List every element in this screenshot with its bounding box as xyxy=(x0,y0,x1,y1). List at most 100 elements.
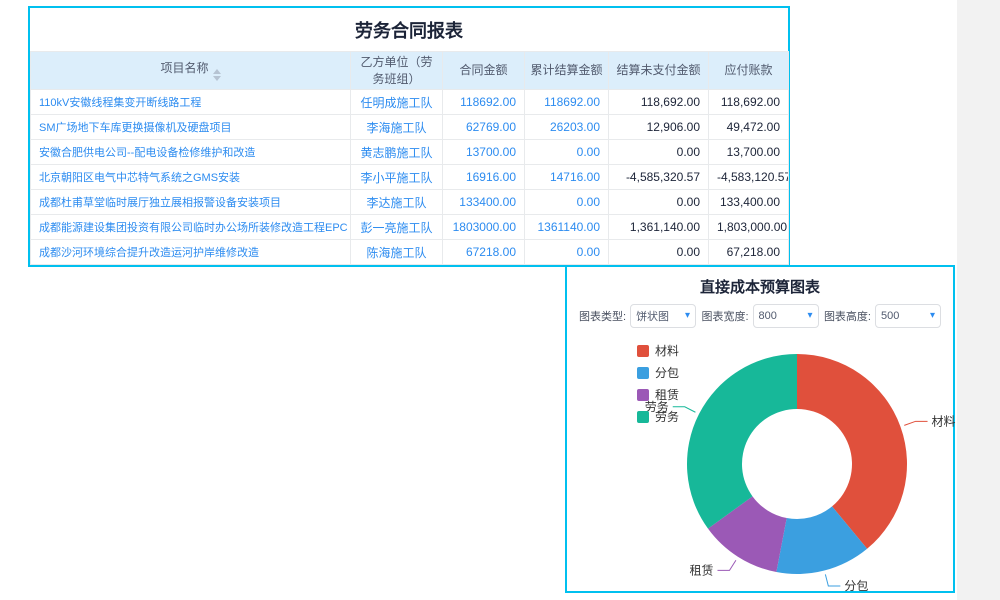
cell-contract: 13700.00 xyxy=(443,140,525,165)
table-header-row: 项目名称 乙方单位（劳务班组） 合同金额 累计结算金额 结算未支付金额 应付账款 xyxy=(31,52,789,90)
select-value: 饼状图 xyxy=(636,308,669,324)
chart-height-select[interactable]: 500 ▾ xyxy=(875,304,941,328)
legend-label: 租赁 xyxy=(655,386,679,403)
chart-title: 直接成本预算图表 xyxy=(567,267,953,302)
chevron-down-icon: ▾ xyxy=(808,311,813,321)
cell-team[interactable]: 李达施工队 xyxy=(351,190,443,215)
column-header-project[interactable]: 项目名称 xyxy=(31,52,351,90)
cell-project[interactable]: 成都沙河环境综合提升改造运河护岸维修改造 xyxy=(31,240,351,265)
chart-controls: 图表类型: 饼状图 ▾ 图表宽度: 800 ▾ 图表高度: 500 ▾ xyxy=(567,302,953,328)
chevron-down-icon: ▾ xyxy=(685,311,690,321)
cell-team[interactable]: 黄志鹏施工队 xyxy=(351,140,443,165)
select-value: 500 xyxy=(881,310,899,322)
cell-payable: -4,583,120.57 xyxy=(709,165,789,190)
table-row: 成都杜甫草堂临时展厅独立展相报警设备安装项目李达施工队133400.000.00… xyxy=(31,190,789,215)
chart-area: 材料分包租赁劳务 材料分包租赁劳务 xyxy=(567,332,953,596)
cell-project[interactable]: 成都杜甫草堂临时展厅独立展相报警设备安装项目 xyxy=(31,190,351,215)
cell-project[interactable]: 北京朝阳区电气中芯特气系统之GMS安装 xyxy=(31,165,351,190)
donut-chart: 材料分包租赁劳务 xyxy=(567,332,953,596)
cell-payable: 67,218.00 xyxy=(709,240,789,265)
cell-payable: 118,692.00 xyxy=(709,90,789,115)
select-value: 800 xyxy=(759,310,777,322)
sort-asc-icon xyxy=(213,69,221,74)
sort-icon[interactable] xyxy=(213,69,221,81)
table-row: SM广场地下车库更换摄像机及硬盘项目李海施工队62769.0026203.001… xyxy=(31,115,789,140)
legend-swatch xyxy=(637,367,649,379)
legend-label: 材料 xyxy=(655,342,679,359)
cell-unpaid: -4,585,320.57 xyxy=(609,165,709,190)
chart-width-select[interactable]: 800 ▾ xyxy=(753,304,819,328)
cell-project[interactable]: 安徽合肥供电公司--配电设备检修维护和改造 xyxy=(31,140,351,165)
control-group: 图表类型: 饼状图 ▾ xyxy=(579,304,696,328)
column-header-unpaid: 结算未支付金额 xyxy=(609,52,709,90)
legend-item-劳务[interactable]: 劳务 xyxy=(637,408,679,425)
cell-settled: 26203.00 xyxy=(525,115,609,140)
column-header-label: 项目名称 xyxy=(160,61,208,75)
cell-unpaid: 1,361,140.00 xyxy=(609,215,709,240)
control-label: 图表类型: xyxy=(579,308,626,324)
report-table-body: 110kV安徽线程集变开断线路工程任明成施工队118692.00118692.0… xyxy=(31,90,789,265)
column-header-payable: 应付账款 xyxy=(709,52,789,90)
column-header-contract: 合同金额 xyxy=(443,52,525,90)
cell-team[interactable]: 任明成施工队 xyxy=(351,90,443,115)
legend-item-材料[interactable]: 材料 xyxy=(637,342,679,359)
pie-label-租赁: 租赁 xyxy=(689,563,713,577)
cell-contract: 1803000.00 xyxy=(443,215,525,240)
table-row: 110kV安徽线程集变开断线路工程任明成施工队118692.00118692.0… xyxy=(31,90,789,115)
legend-item-租赁[interactable]: 租赁 xyxy=(637,386,679,403)
pie-label-材料: 材料 xyxy=(932,414,956,428)
control-label: 图表高度: xyxy=(824,308,871,324)
cell-project[interactable]: 110kV安徽线程集变开断线路工程 xyxy=(31,90,351,115)
legend-item-分包[interactable]: 分包 xyxy=(637,364,679,381)
cost-chart-panel: 直接成本预算图表 图表类型:饼状图▾图表宽度:800▾图表高度:500▾ 材料分… xyxy=(565,265,955,593)
cell-payable: 133,400.00 xyxy=(709,190,789,215)
control-group: 图表高度: 500 ▾ xyxy=(824,304,941,328)
control-label: 图表宽度: xyxy=(701,308,748,324)
cell-settled: 0.00 xyxy=(525,190,609,215)
right-gutter xyxy=(957,0,1000,600)
cell-contract: 16916.00 xyxy=(443,165,525,190)
cell-unpaid: 0.00 xyxy=(609,240,709,265)
pie-slice-劳务[interactable] xyxy=(687,354,797,529)
cell-project[interactable]: 成都能源建设集团投资有限公司临时办公场所装修改造工程EPC xyxy=(31,215,351,240)
cell-settled: 1361140.00 xyxy=(525,215,609,240)
report-title: 劳务合同报表 xyxy=(30,8,788,51)
cell-team[interactable]: 陈海施工队 xyxy=(351,240,443,265)
pie-callout-line xyxy=(904,421,927,425)
table-row: 成都能源建设集团投资有限公司临时办公场所装修改造工程EPC彭一亮施工队18030… xyxy=(31,215,789,240)
cell-team[interactable]: 彭一亮施工队 xyxy=(351,215,443,240)
cell-contract: 118692.00 xyxy=(443,90,525,115)
legend-swatch xyxy=(637,411,649,423)
table-row: 成都沙河环境综合提升改造运河护岸维修改造陈海施工队67218.000.000.0… xyxy=(31,240,789,265)
legend-label: 分包 xyxy=(655,364,679,381)
legend-swatch xyxy=(637,389,649,401)
legend-label: 劳务 xyxy=(655,408,679,425)
labor-contract-report-panel: 劳务合同报表 项目名称 乙方单位（劳务班组） 合同金额 累计结算金额 结算未支付… xyxy=(28,6,790,267)
cell-team[interactable]: 李小平施工队 xyxy=(351,165,443,190)
column-header-team: 乙方单位（劳务班组） xyxy=(351,52,443,90)
pie-label-分包: 分包 xyxy=(844,579,868,593)
chart-type-select[interactable]: 饼状图 ▾ xyxy=(630,304,696,328)
cell-team[interactable]: 李海施工队 xyxy=(351,115,443,140)
chart-legend: 材料分包租赁劳务 xyxy=(637,342,679,425)
cell-payable: 49,472.00 xyxy=(709,115,789,140)
page: 劳务合同报表 项目名称 乙方单位（劳务班组） 合同金额 累计结算金额 结算未支付… xyxy=(0,0,1000,600)
cell-settled: 14716.00 xyxy=(525,165,609,190)
column-header-settled: 累计结算金额 xyxy=(525,52,609,90)
table-row: 安徽合肥供电公司--配电设备检修维护和改造黄志鹏施工队13700.000.000… xyxy=(31,140,789,165)
cell-unpaid: 0.00 xyxy=(609,140,709,165)
cell-project[interactable]: SM广场地下车库更换摄像机及硬盘项目 xyxy=(31,115,351,140)
cell-payable: 13,700.00 xyxy=(709,140,789,165)
cell-unpaid: 118,692.00 xyxy=(609,90,709,115)
control-group: 图表宽度: 800 ▾ xyxy=(701,304,818,328)
legend-swatch xyxy=(637,345,649,357)
cell-contract: 62769.00 xyxy=(443,115,525,140)
cell-settled: 118692.00 xyxy=(525,90,609,115)
cell-settled: 0.00 xyxy=(525,140,609,165)
cell-contract: 67218.00 xyxy=(443,240,525,265)
pie-callout-line xyxy=(717,560,735,570)
cell-settled: 0.00 xyxy=(525,240,609,265)
table-row: 北京朝阳区电气中芯特气系统之GMS安装李小平施工队16916.0014716.0… xyxy=(31,165,789,190)
cell-unpaid: 0.00 xyxy=(609,190,709,215)
chevron-down-icon: ▾ xyxy=(930,311,935,321)
